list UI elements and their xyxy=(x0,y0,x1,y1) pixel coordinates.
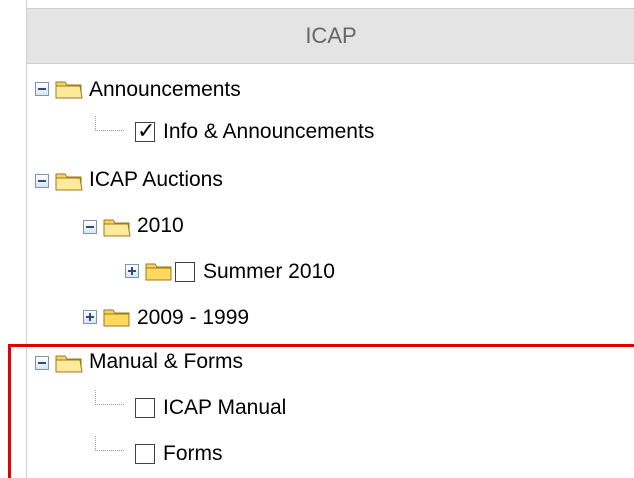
tree-connector xyxy=(95,116,124,131)
expand-summer-2010-icon[interactable] xyxy=(125,264,139,278)
closed-folder-icon xyxy=(103,306,131,328)
collapse-2010-icon[interactable] xyxy=(83,220,97,234)
expand-2009-1999-icon[interactable] xyxy=(83,310,97,324)
item-label-summer-2010[interactable]: Summer 2010 xyxy=(203,260,335,284)
open-folder-icon xyxy=(103,216,131,238)
folder-label-announcements[interactable]: Announcements xyxy=(89,78,241,102)
checkbox-info-announcements[interactable] xyxy=(135,119,155,144)
folder-label-2009-1999[interactable]: 2009 - 1999 xyxy=(137,306,249,330)
closed-folder-icon xyxy=(145,260,173,282)
folder-label-auctions[interactable]: ICAP Auctions xyxy=(89,168,223,192)
open-folder-icon xyxy=(55,78,83,100)
highlight-box xyxy=(8,344,634,478)
collapse-auctions-icon[interactable] xyxy=(35,174,49,188)
checkbox-summer-2010[interactable] xyxy=(175,262,195,282)
item-label-info-announcements[interactable]: Info & Announcements xyxy=(163,120,374,144)
collapse-announcements-icon[interactable] xyxy=(35,82,49,96)
open-folder-icon xyxy=(55,170,83,192)
panel-header: ICAP xyxy=(27,8,634,64)
folder-label-2010[interactable]: 2010 xyxy=(137,214,184,238)
